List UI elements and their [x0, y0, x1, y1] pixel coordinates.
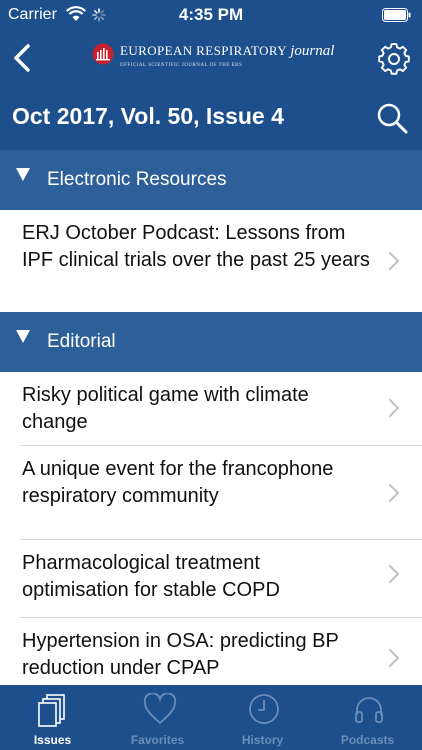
section-header-electronic-resources[interactable]: Electronic Resources — [0, 150, 422, 210]
ers-emblem-icon — [92, 43, 114, 65]
status-bar: Carrier 4:35 PM — [0, 0, 422, 32]
section-title: Editorial — [47, 331, 116, 352]
logo-subtitle: OFFICIAL SCIENTIFIC JOURNAL OF THE ERS — [120, 63, 243, 68]
journal-logo: EUROPEAN RESPIRATORY journal OFFICIAL SC… — [92, 41, 335, 77]
search-icon — [377, 103, 408, 134]
article-title: ERJ October Podcast: Lessons from IPF cl… — [22, 222, 370, 271]
article-title: Hypertension in OSA: predicting BP reduc… — [22, 630, 339, 679]
chevron-right-icon — [388, 648, 400, 668]
tab-label: Issues — [33, 733, 72, 747]
tab-favorites[interactable]: Favorites — [105, 685, 210, 750]
tab-history[interactable]: History — [210, 685, 315, 750]
chevron-right-icon — [388, 564, 400, 584]
gear-icon — [378, 43, 410, 75]
article-title: Risky political game with climate change — [22, 384, 309, 433]
logo-title: EUROPEAN RESPIRATORY — [120, 43, 287, 58]
section-title: Electronic Resources — [47, 169, 227, 190]
chevron-right-icon — [388, 398, 400, 418]
list-item[interactable]: ERJ October Podcast: Lessons from IPF cl… — [0, 210, 422, 312]
clock-icon — [249, 694, 279, 724]
list-item[interactable]: Hypertension in OSA: predicting BP reduc… — [0, 618, 422, 685]
chevron-left-icon — [14, 44, 30, 72]
heart-icon — [143, 693, 177, 725]
issue-title: Oct 2017, Vol. 50, Issue 4 — [12, 103, 284, 129]
app-header: Carrier 4:35 PM EUROPEAN RESPIRATORY jou… — [0, 0, 422, 150]
chevron-right-icon — [388, 483, 400, 503]
tab-issues[interactable]: Issues — [0, 685, 105, 750]
article-title: Pharmacological treatment optimisation f… — [22, 552, 280, 601]
disclosure-triangle-icon — [16, 330, 30, 343]
battery-icon — [382, 8, 411, 22]
logo-title-italic: journal — [290, 43, 335, 59]
tab-label: Favorites — [130, 733, 185, 747]
issues-icon — [38, 694, 65, 727]
tab-label: Podcasts — [340, 733, 395, 747]
list-item[interactable]: Risky political game with climate change — [0, 372, 422, 445]
list-item[interactable]: Pharmacological treatment optimisation f… — [0, 540, 422, 617]
headphones-icon — [355, 697, 383, 723]
list-item[interactable]: A unique event for the francophone respi… — [0, 446, 422, 539]
disclosure-triangle-icon — [16, 168, 30, 181]
settings-button[interactable] — [374, 39, 414, 79]
chevron-right-icon — [388, 251, 400, 271]
search-button[interactable] — [374, 100, 410, 136]
tab-bar: Issues Favorites History Podcasts — [0, 685, 422, 750]
clock: 4:35 PM — [178, 5, 244, 24]
tab-podcasts[interactable]: Podcasts — [315, 685, 420, 750]
issue-contents-list[interactable]: Electronic Resources ERJ October Podcast… — [0, 150, 422, 685]
navigation-bar: EUROPEAN RESPIRATORY journal OFFICIAL SC… — [0, 32, 422, 84]
section-header-editorial[interactable]: Editorial — [0, 312, 422, 372]
tab-label: History — [241, 733, 284, 747]
back-button[interactable] — [8, 40, 38, 76]
article-title: A unique event for the francophone respi… — [22, 458, 334, 507]
